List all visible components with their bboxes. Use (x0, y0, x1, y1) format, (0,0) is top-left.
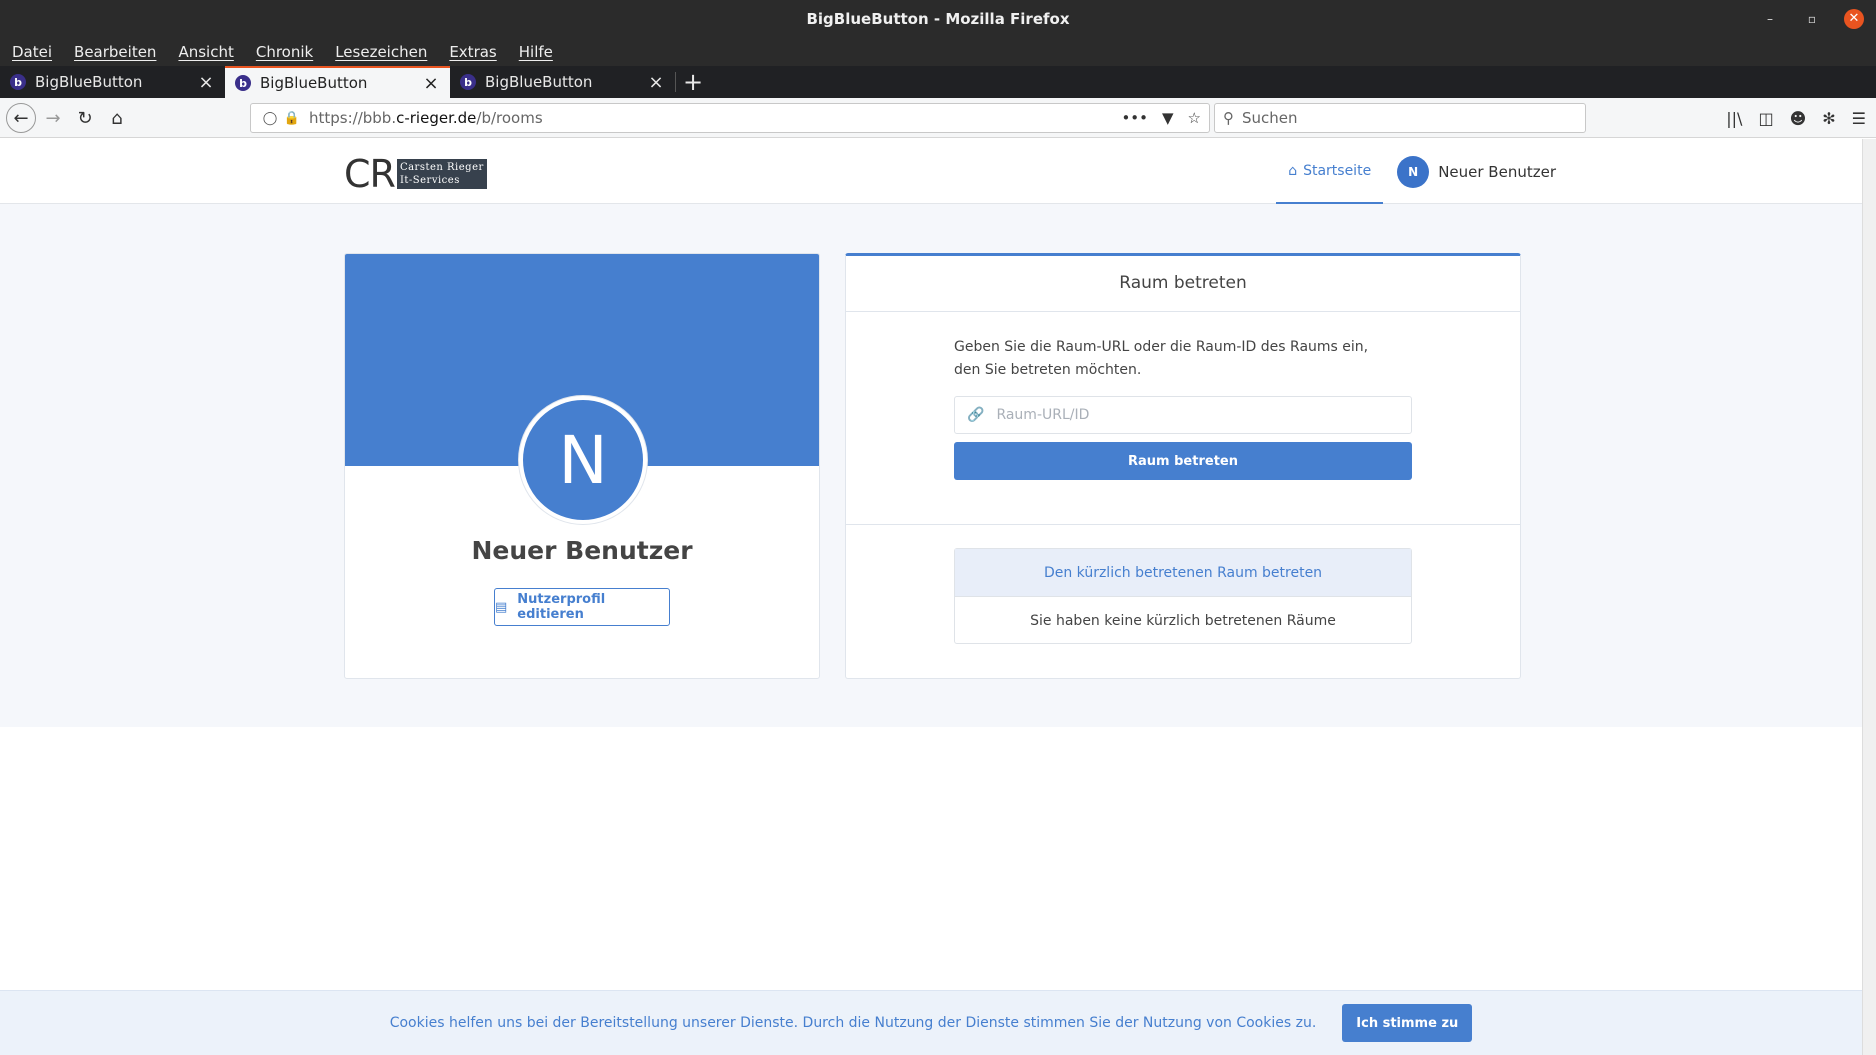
menu-bar: Datei Bearbeiten Ansicht Chronik Lesezei… (0, 38, 1876, 66)
bookmark-star-icon[interactable]: ☆ (1188, 109, 1201, 127)
shield-icon[interactable]: ◯ (259, 111, 281, 126)
header-nav: ⌂ Startseite N Neuer Benutzer (1276, 139, 1556, 204)
cookie-banner: Cookies helfen uns bei der Bereitstellun… (0, 990, 1862, 1055)
link-icon: 🔗 (967, 407, 985, 423)
menu-bearbeiten[interactable]: Bearbeiten (74, 43, 156, 61)
cookie-text: Cookies helfen uns bei der Bereitstellun… (389, 1015, 1317, 1031)
search-placeholder: Suchen (1242, 109, 1298, 127)
bbb-favicon-icon: b (460, 74, 476, 90)
extension-icon[interactable]: ✻ (1822, 109, 1835, 128)
new-tab-icon[interactable]: + (676, 66, 710, 98)
menu-ansicht[interactable]: Ansicht (178, 43, 233, 61)
menu-hilfe[interactable]: Hilfe (519, 43, 553, 61)
nav-home-label: Startseite (1303, 162, 1372, 179)
logo-box: Carsten Rieger It-Services (396, 159, 487, 189)
room-url-input[interactable]: 🔗 Raum-URL/ID (954, 396, 1412, 434)
search-bar[interactable]: ⚲ Suchen (1214, 103, 1586, 133)
cookie-accept-button[interactable]: Ich stimme zu (1342, 1004, 1473, 1042)
tab-title: BigBlueButton (35, 73, 143, 91)
lock-icon[interactable]: 🔒 (281, 111, 303, 126)
content-area: N Neuer Benutzer ▤ Nutzerprofil editiere… (0, 204, 1862, 727)
account-icon[interactable]: ☻ (1790, 109, 1807, 128)
tab-close-icon[interactable]: × (647, 72, 665, 93)
web-page: CR Carsten Rieger It-Services ⌂ Startsei… (0, 139, 1876, 1055)
close-window-icon[interactable]: ✕ (1844, 9, 1864, 29)
back-icon[interactable]: ← (6, 103, 36, 133)
bbb-favicon-icon: b (235, 75, 251, 91)
recent-rooms-header[interactable]: Den kürzlich betretenen Raum betreten (955, 549, 1411, 597)
nav-home-link[interactable]: ⌂ Startseite (1276, 139, 1384, 204)
sidebar-icon[interactable]: ◫ (1758, 109, 1773, 128)
url-prefix: https://bbb. (309, 109, 397, 127)
recent-rooms: Den kürzlich betretenen Raum betreten Si… (954, 548, 1412, 644)
window-controls: – ▫ ✕ (1760, 0, 1864, 38)
join-room-description: Geben Sie die Raum-URL oder die Raum-ID … (954, 339, 1369, 378)
minimize-icon[interactable]: – (1760, 9, 1780, 29)
logo-initials: CR (344, 152, 396, 196)
join-room-title: Raum betreten (846, 256, 1520, 312)
id-card-icon: ▤ (495, 599, 508, 615)
menu-datei[interactable]: Datei (12, 43, 52, 61)
bbb-favicon-icon: b (10, 74, 26, 90)
scrollbar[interactable] (1862, 139, 1876, 1055)
tab-close-icon[interactable]: × (197, 72, 215, 93)
menu-chronik[interactable]: Chronik (256, 43, 313, 61)
nav-toolbar: ← → ↻ ⌂ ◯ 🔒 https://bbb.c-rieger.de/b/ro… (0, 98, 1876, 138)
forward-icon[interactable]: → (38, 103, 68, 133)
url-domain: c-rieger.de (396, 109, 477, 127)
user-name: Neuer Benutzer (1438, 162, 1556, 181)
join-room-button[interactable]: Raum betreten (954, 442, 1412, 480)
url-actions: ••• ▼ ☆ (1121, 104, 1201, 132)
browser-tab-active[interactable]: b BigBlueButton × (225, 66, 450, 98)
profile-avatar: N (519, 396, 647, 524)
recent-rooms-empty: Sie haben keine kürzlich betretenen Räum… (1030, 612, 1336, 629)
page-actions-icon[interactable]: ••• (1121, 109, 1148, 127)
tab-title: BigBlueButton (485, 73, 593, 91)
home-icon[interactable]: ⌂ (102, 103, 132, 133)
logo-line1: Carsten Rieger (399, 162, 484, 173)
profile-name: Neuer Benutzer (471, 536, 693, 565)
pocket-icon[interactable]: ▼ (1162, 109, 1174, 127)
menu-lesezeichen[interactable]: Lesezeichen (335, 43, 427, 61)
reload-icon[interactable]: ↻ (70, 103, 100, 133)
site-header: CR Carsten Rieger It-Services ⌂ Startsei… (0, 139, 1862, 204)
logo-line2: It-Services (399, 175, 460, 186)
window-titlebar: BigBlueButton - Mozilla Firefox – ▫ ✕ (0, 0, 1876, 38)
hamburger-menu-icon[interactable]: ☰ (1852, 109, 1866, 128)
profile-card: N Neuer Benutzer ▤ Nutzerprofil editiere… (344, 253, 820, 679)
search-icon: ⚲ (1223, 109, 1234, 127)
url-text: https://bbb.c-rieger.de/b/rooms (309, 109, 543, 127)
join-room-body: Geben Sie die Raum-URL oder die Raum-ID … (846, 312, 1520, 525)
url-bar[interactable]: ◯ 🔒 https://bbb.c-rieger.de/b/rooms ••• … (250, 103, 1210, 133)
url-path: /b/rooms (476, 109, 543, 127)
library-icon[interactable]: ||\ (1726, 109, 1742, 128)
menu-extras[interactable]: Extras (449, 43, 496, 61)
window-title: BigBlueButton - Mozilla Firefox (806, 10, 1070, 28)
edit-profile-button[interactable]: ▤ Nutzerprofil editieren (494, 588, 670, 626)
maximize-icon[interactable]: ▫ (1802, 9, 1822, 29)
user-menu[interactable]: N Neuer Benutzer (1397, 155, 1556, 188)
browser-tab[interactable]: b BigBlueButton × (0, 66, 225, 98)
site-logo[interactable]: CR Carsten Rieger It-Services (344, 155, 487, 193)
tab-bar: b BigBlueButton × b BigBlueButton × b Bi… (0, 66, 1876, 98)
toolbar-right: ||\ ◫ ☻ ✻ ☰ (1726, 103, 1866, 133)
house-icon: ⌂ (1288, 162, 1298, 179)
join-room-card: Raum betreten Geben Sie die Raum-URL ode… (845, 253, 1521, 679)
tab-title: BigBlueButton (260, 74, 368, 92)
browser-tab[interactable]: b BigBlueButton × (450, 66, 675, 98)
room-url-placeholder: Raum-URL/ID (996, 407, 1090, 423)
tab-close-icon[interactable]: × (422, 73, 440, 94)
avatar: N (1397, 155, 1430, 188)
edit-profile-label: Nutzerprofil editieren (517, 592, 606, 622)
